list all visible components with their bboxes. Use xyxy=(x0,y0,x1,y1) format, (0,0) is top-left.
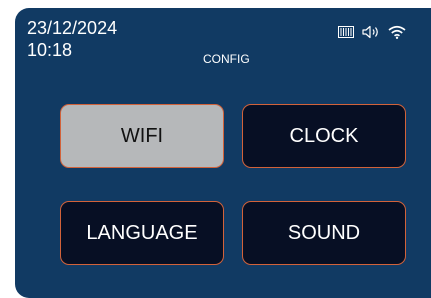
wifi-button-label: WIFI xyxy=(120,124,164,147)
device-panel: 23/12/2024 10:18 CONFIG WIFI CLOCK LANGU xyxy=(15,8,431,298)
sound-button-label: SOUND xyxy=(287,221,361,244)
time-display: 10:18 xyxy=(27,40,73,60)
date-display: 23/12/2024 xyxy=(27,18,118,38)
sound-button[interactable]: SOUND xyxy=(242,201,406,265)
clock-button[interactable]: CLOCK xyxy=(242,104,406,168)
battery-icon xyxy=(338,26,354,38)
language-button-label: LANGUAGE xyxy=(86,221,198,244)
screen-title: CONFIG xyxy=(203,52,250,66)
wifi-signal-icon xyxy=(388,25,406,39)
speaker-icon xyxy=(362,25,378,39)
language-button[interactable]: LANGUAGE xyxy=(60,201,224,265)
clock-button-label: CLOCK xyxy=(289,124,359,147)
status-bar-icons xyxy=(338,24,414,40)
wifi-button[interactable]: WIFI xyxy=(60,104,224,168)
